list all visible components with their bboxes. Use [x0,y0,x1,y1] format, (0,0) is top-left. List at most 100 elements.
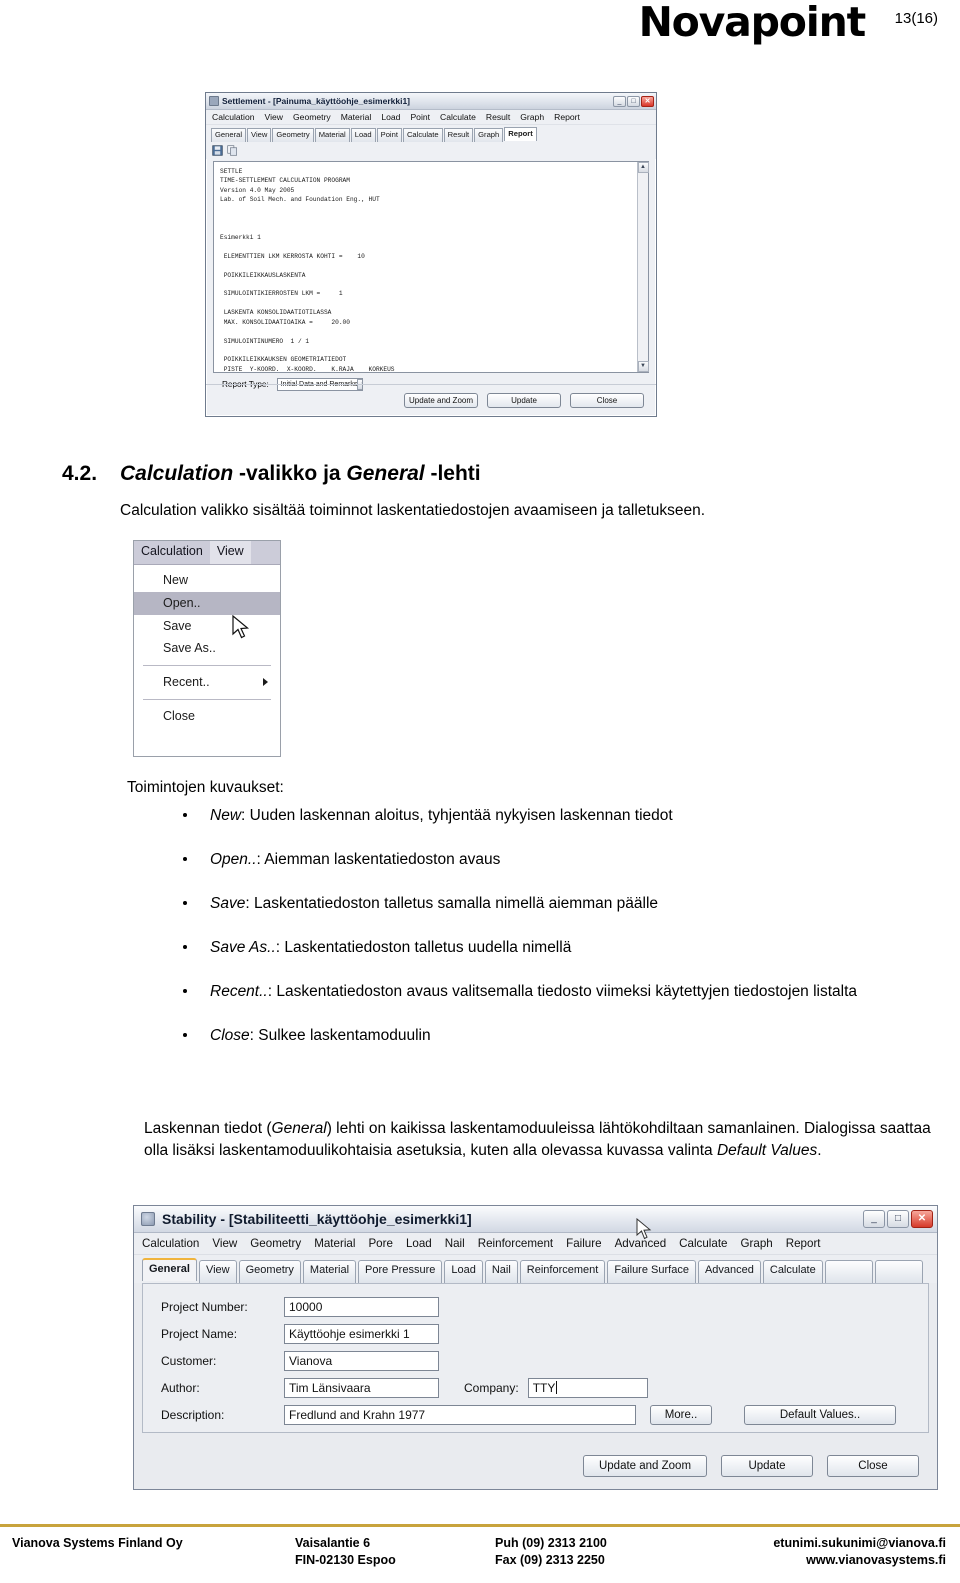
close-button[interactable]: Close [827,1455,919,1477]
scroll-up-icon[interactable]: ▲ [637,162,649,173]
menu-calculation[interactable]: Calculation [212,112,255,122]
tab-material[interactable]: Material [314,128,350,142]
calculation-menu-screenshot: Calculation View New Open.. Save Save As… [133,540,281,757]
menu-load[interactable]: Load [381,112,400,122]
menu-item-save-as[interactable]: Save As.. [134,637,280,660]
menu-calculation[interactable]: Calculation [142,1237,199,1250]
tab-view[interactable]: View [247,128,272,142]
update-button[interactable]: Update [487,393,561,408]
menu-item-save[interactable]: Save [134,615,280,638]
tab-calculate[interactable]: Calculate [762,1260,823,1283]
tab-general[interactable]: General [142,1258,197,1281]
project-name-input[interactable]: Käyttöohje esimerkki 1 [284,1323,439,1344]
menu-calculate[interactable]: Calculate [440,112,476,122]
menu-geometry[interactable]: Geometry [250,1237,301,1250]
more-button[interactable]: More.. [650,1404,712,1425]
menubar-item-view[interactable]: View [209,541,251,564]
tab-calculate[interactable]: Calculate [402,128,443,142]
update-and-zoom-button[interactable]: Update and Zoom [583,1455,707,1477]
project-number-input[interactable]: 10000 [284,1296,439,1317]
tab-view[interactable]: View [198,1260,237,1283]
menu-reinforcement[interactable]: Reinforcement [478,1237,553,1250]
menu-load[interactable]: Load [406,1237,432,1250]
author-input[interactable]: Tim Länsivaara [284,1377,439,1398]
section-title-general: General [346,462,425,485]
footer-divider [0,1524,960,1527]
menu-graph[interactable]: Graph [520,112,544,122]
menubar-item-calculation[interactable]: Calculation [134,541,210,564]
tab-point[interactable]: Point [376,128,402,142]
tab-report[interactable]: Report [504,127,537,141]
list-item: Open..: Aiemman laskentatiedoston avaus [175,849,935,871]
tab-general[interactable]: General [211,128,247,142]
update-and-zoom-button[interactable]: Update and Zoom [404,393,478,408]
description-input[interactable]: Fredlund and Krahn 1977 [284,1404,636,1425]
tab-blank-1[interactable] [824,1260,873,1283]
tab-blank-2[interactable] [874,1260,923,1283]
menu-separator [143,665,271,666]
menu-geometry[interactable]: Geometry [293,112,331,122]
update-button[interactable]: Update [721,1455,813,1477]
close-icon[interactable]: ✕ [911,1210,933,1228]
maximize-icon[interactable]: □ [887,1210,909,1228]
menu-report[interactable]: Report [786,1237,821,1250]
menu-report[interactable]: Report [554,112,580,122]
menu-item-open[interactable]: Open.. [134,591,280,615]
menu-nail[interactable]: Nail [445,1237,465,1250]
tab-pore-pressure[interactable]: Pore Pressure [358,1260,443,1283]
tab-geometry[interactable]: Geometry [272,128,314,142]
tab-load[interactable]: Load [444,1260,483,1283]
settlement-window-title: Settlement - [Painuma_käyttöohje_esimerk… [222,96,411,106]
tab-material[interactable]: Material [302,1260,357,1283]
report-text-area: SETTLE TIME-SETTLEMENT CALCULATION PROGR… [213,161,649,373]
tab-load[interactable]: Load [350,128,376,142]
settlement-window-screenshot: Settlement - [Painuma_käyttöohje_esimerk… [205,92,657,417]
tab-geometry[interactable]: Geometry [238,1260,301,1283]
menu-view[interactable]: View [212,1237,237,1250]
field-row-project-number: Project Number: 10000 [143,1293,928,1320]
window-controls: _ □ ✕ [613,95,654,107]
tab-advanced[interactable]: Advanced [697,1260,761,1283]
minimize-icon[interactable]: _ [863,1210,885,1228]
tab-nail[interactable]: Nail [484,1260,518,1283]
close-button[interactable]: Close [570,393,644,408]
footer-address: Vaisalantie 6 FIN-02130 Espoo [295,1535,495,1568]
list-item: Save As..: Laskentatiedoston talletus uu… [175,937,935,959]
tab-result[interactable]: Result [443,128,474,142]
term-new: New [210,807,242,824]
menu-material[interactable]: Material [341,112,372,122]
menu-point[interactable]: Point [410,112,430,122]
menu-material[interactable]: Material [314,1237,355,1250]
section-title-part1: -valikko ja [233,462,347,485]
menu-failure[interactable]: Failure [566,1237,601,1250]
default-values-button[interactable]: Default Values.. [744,1404,896,1425]
company-input[interactable]: TTY [527,1377,648,1398]
settlement-toolbar [206,142,656,159]
list-item: New: Uuden laskennan aloitus, tyhjentää … [175,805,935,827]
general-tab-panel: Project Number: 10000 Project Name: Käyt… [142,1283,929,1433]
settlement-dialog-footer: Update and Zoom Update Close [206,384,656,416]
save-icon[interactable] [212,145,223,156]
footer-contact: etunimi.sukunimi@vianova.fi www.vianovas… [710,1535,960,1568]
menu-item-close[interactable]: Close [134,705,280,728]
section-intro-paragraph: Calculation valikko sisältää toiminnot l… [120,502,706,519]
menu-pore[interactable]: Pore [368,1237,393,1250]
report-scrollbar[interactable]: ▲ ▼ [637,162,649,372]
customer-input[interactable]: Vianova [284,1350,439,1371]
tab-graph[interactable]: Graph [474,128,504,142]
tab-failure-surface[interactable]: Failure Surface [607,1260,696,1283]
menu-view[interactable]: View [265,112,283,122]
close-icon[interactable]: ✕ [641,95,654,107]
menu-item-recent[interactable]: Recent.. [134,671,280,694]
scroll-down-icon[interactable]: ▼ [637,361,649,372]
minimize-icon[interactable]: _ [613,95,626,107]
menu-item-new[interactable]: New [134,569,280,592]
menu-calculate[interactable]: Calculate [679,1237,727,1250]
app-icon [141,1212,155,1226]
copy-icon[interactable] [227,145,238,156]
menu-graph[interactable]: Graph [741,1237,773,1250]
menu-result[interactable]: Result [486,112,510,122]
desc-open: : Aiemman laskentatiedoston avaus [256,851,501,868]
tab-reinforcement[interactable]: Reinforcement [519,1260,606,1283]
maximize-icon[interactable]: □ [627,95,640,107]
